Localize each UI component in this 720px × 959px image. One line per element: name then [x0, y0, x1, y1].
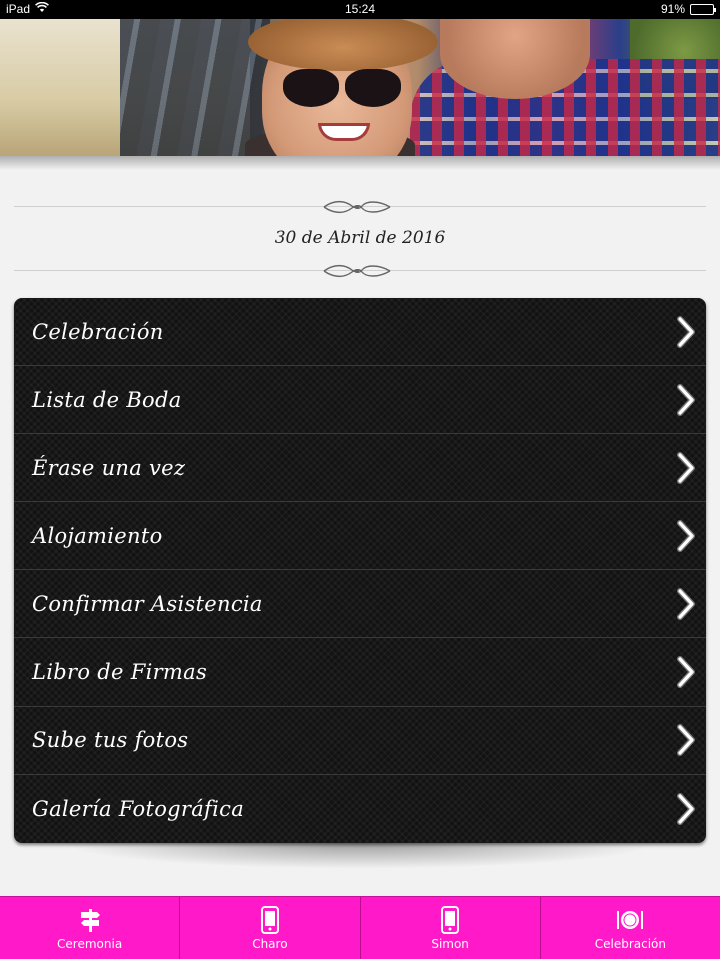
- menu-item-label: Celebración: [32, 319, 164, 344]
- menu-item-erase-una-vez[interactable]: Érase una vez: [14, 434, 706, 503]
- battery-icon: [690, 3, 716, 15]
- menu-item-celebracion[interactable]: Celebración: [14, 298, 706, 367]
- flourish-top-icon: [323, 200, 391, 214]
- tab-charo[interactable]: Charo: [180, 897, 361, 959]
- chevron-right-icon: [677, 519, 695, 552]
- menu-item-label: Confirmar Asistencia: [32, 591, 263, 616]
- battery-percent: 91%: [660, 2, 685, 16]
- chevron-right-icon: [677, 451, 695, 484]
- tab-ceremonia[interactable]: Ceremonia: [0, 897, 181, 959]
- tab-label: Charo: [252, 937, 288, 951]
- tab-simon[interactable]: Simon: [361, 897, 541, 959]
- event-date: 30 de Abril de 2016: [274, 228, 446, 248]
- chevron-right-icon: [677, 587, 695, 620]
- status-bar: iPad 15:24 91%: [0, 0, 720, 19]
- menu-item-label: Galería Fotográfica: [32, 796, 245, 821]
- chevron-right-icon: [677, 383, 695, 416]
- tab-label: Celebración: [594, 937, 666, 951]
- header-photo: [0, 19, 720, 156]
- chevron-right-icon: [677, 724, 695, 757]
- signpost-icon: [75, 905, 105, 935]
- chevron-right-icon: [677, 656, 695, 689]
- menu-item-galeria-fotografica[interactable]: Galería Fotográfica: [14, 775, 706, 843]
- phone-icon: [255, 905, 285, 935]
- chevron-right-icon: [677, 315, 695, 348]
- menu-item-label: Érase una vez: [32, 455, 186, 480]
- tab-celebracion[interactable]: Celebración: [541, 897, 720, 959]
- flourish-bottom-icon: [323, 264, 391, 278]
- menu-item-confirmar-asistencia[interactable]: Confirmar Asistencia: [14, 570, 706, 639]
- tab-bar: Ceremonia Charo Simon Celebración: [0, 896, 720, 959]
- menu-item-alojamiento[interactable]: Alojamiento: [14, 502, 706, 571]
- menu-item-label: Libro de Firmas: [32, 660, 208, 685]
- menu-item-lista-de-boda[interactable]: Lista de Boda: [14, 366, 706, 435]
- menu-item-label: Sube tus fotos: [32, 728, 189, 753]
- phone-icon: [435, 905, 465, 935]
- tab-label: Simon: [431, 937, 469, 951]
- menu-item-label: Lista de Boda: [32, 387, 182, 412]
- dinner-plate-icon: [615, 905, 645, 935]
- menu-item-libro-de-firmas[interactable]: Libro de Firmas: [14, 638, 706, 707]
- tab-label: Ceremonia: [57, 937, 123, 951]
- main-menu: Celebración Lista de Boda Érase una vez …: [14, 298, 706, 843]
- clock: 15:24: [344, 2, 376, 16]
- chevron-right-icon: [677, 792, 695, 825]
- menu-item-label: Alojamiento: [32, 523, 163, 548]
- menu-item-sube-tus-fotos[interactable]: Sube tus fotos: [14, 707, 706, 775]
